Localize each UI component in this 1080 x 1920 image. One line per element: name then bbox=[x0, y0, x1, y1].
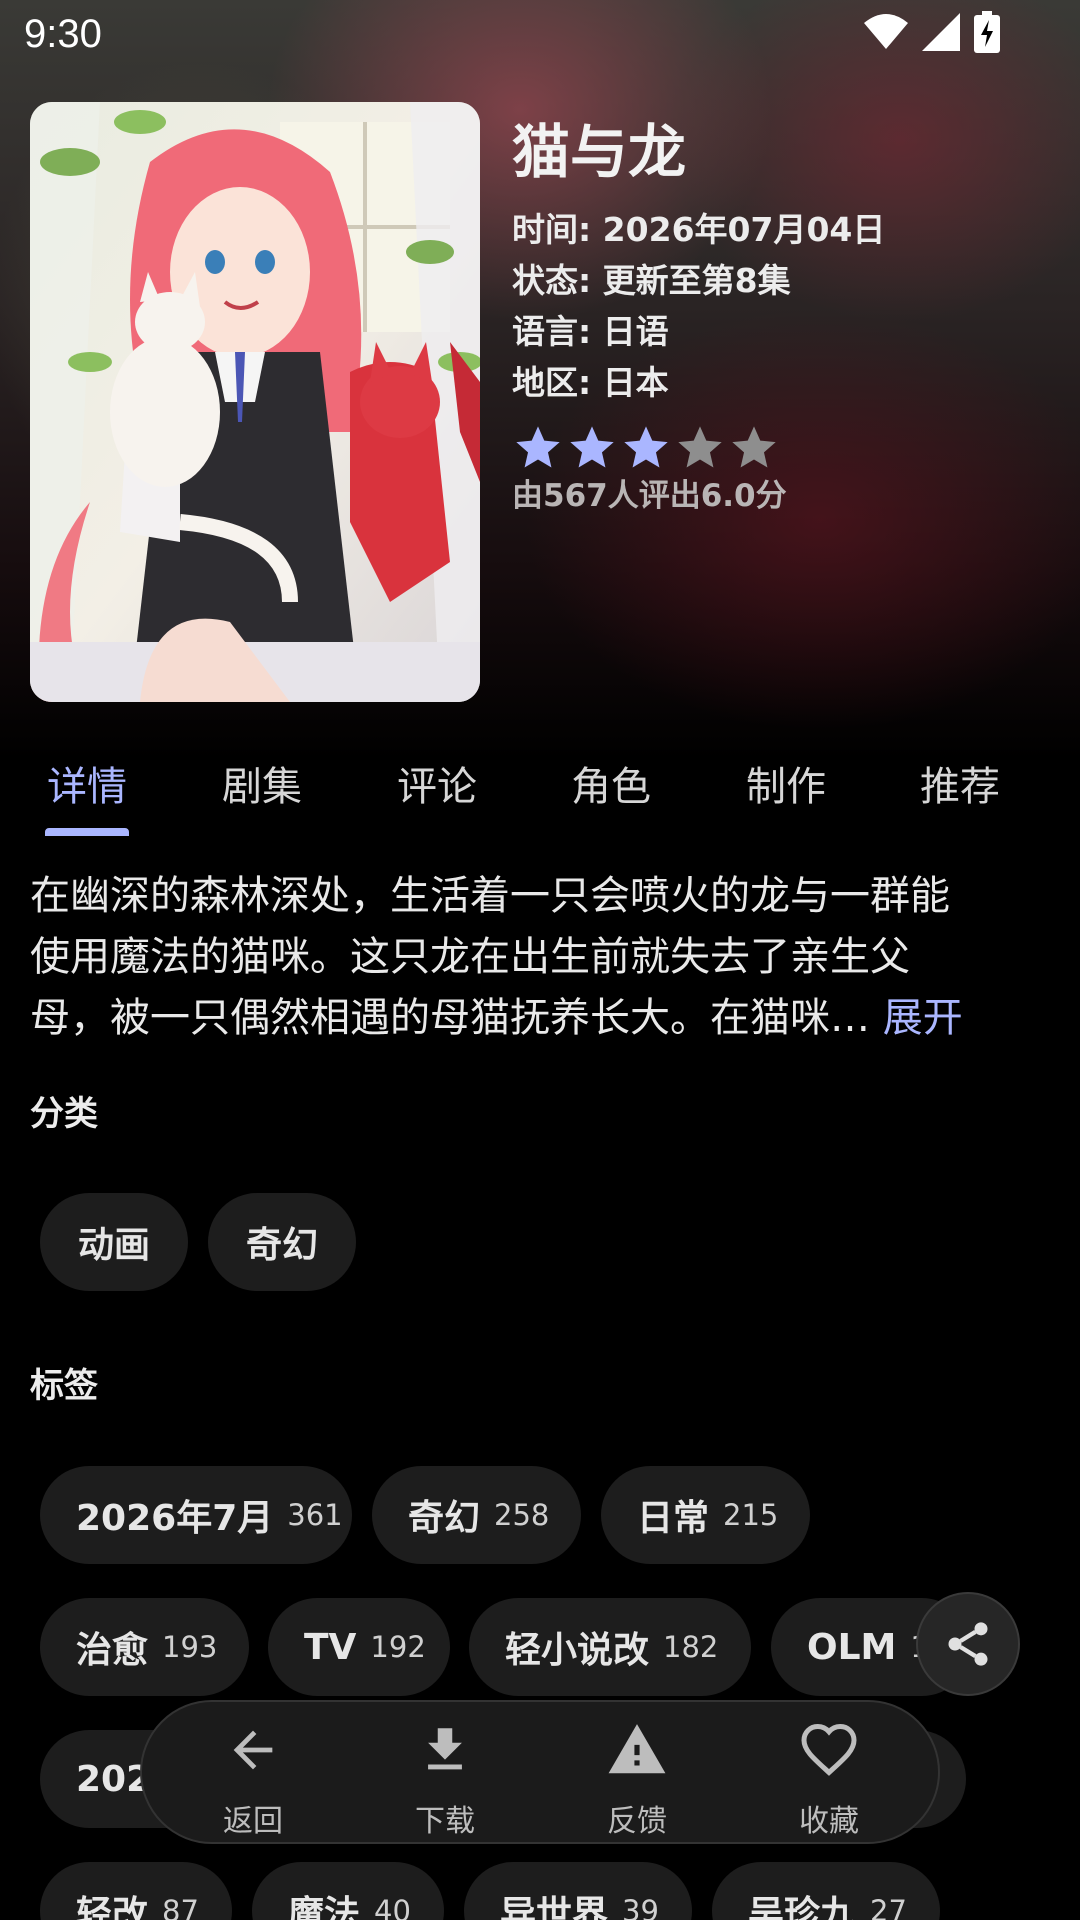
tag-count: 39 bbox=[622, 1894, 659, 1920]
tab-details[interactable]: 详情 bbox=[17, 754, 157, 812]
heart-outline-icon bbox=[801, 1723, 857, 1776]
download-button[interactable]: 下载 bbox=[375, 1718, 515, 1840]
status-icons bbox=[864, 11, 1000, 57]
action-bar: 返回 下载 反馈 收藏 bbox=[140, 1700, 940, 1844]
status-time: 9:30 bbox=[24, 12, 102, 56]
tag-name: 吴珍九 bbox=[748, 1894, 857, 1920]
cover-image bbox=[30, 102, 480, 702]
tag-name: OLM bbox=[807, 1626, 897, 1668]
wifi-icon bbox=[864, 13, 908, 55]
arrow-back-icon bbox=[233, 1730, 273, 1770]
warning-icon bbox=[608, 1724, 666, 1774]
tag-name: 轻小说改 bbox=[505, 1630, 650, 1671]
region: 地区: 日本 bbox=[512, 363, 669, 402]
tab-episodes[interactable]: 剧集 bbox=[192, 754, 332, 812]
tag-count: 215 bbox=[723, 1498, 779, 1532]
download-label: 下载 bbox=[415, 1804, 475, 1839]
rating-stars bbox=[512, 422, 1052, 474]
tab-characters[interactable]: 角色 bbox=[541, 754, 681, 812]
share-button[interactable] bbox=[916, 1592, 1020, 1696]
share-icon bbox=[948, 1622, 988, 1666]
tab-comments[interactable]: 评论 bbox=[367, 754, 507, 812]
favorite-label: 收藏 bbox=[799, 1804, 859, 1839]
category-name: 奇幻 bbox=[245, 1225, 318, 1266]
back-label: 返回 bbox=[223, 1804, 283, 1839]
tag-chip[interactable]: 2026年7月 361 bbox=[40, 1466, 352, 1564]
tag-name: 奇幻 bbox=[408, 1498, 481, 1539]
star-icon bbox=[570, 426, 614, 468]
expand-link[interactable]: 展开 bbox=[883, 995, 963, 1041]
tag-count: 27 bbox=[870, 1894, 907, 1920]
info-panel: 猫与龙 时间: 2026年07月04日 状态: 更新至第8集 语言: 日语 地区… bbox=[512, 112, 1052, 518]
tag-chip[interactable]: 异世界 39 bbox=[464, 1862, 692, 1920]
tab-production[interactable]: 制作 bbox=[716, 754, 856, 812]
language: 语言: 日语 bbox=[512, 312, 669, 351]
star-empty-icon bbox=[732, 426, 776, 468]
tag-name: 异世界 bbox=[500, 1894, 609, 1920]
synopsis-line: 母，被一只偶然相遇的母猫抚养长大。在猫咪… 展开 bbox=[30, 988, 1050, 1049]
rating-summary: 由567人评出6.0分 bbox=[512, 478, 787, 514]
update-status: 状态: 更新至第8集 bbox=[512, 261, 791, 300]
tag-count: 182 bbox=[663, 1630, 719, 1664]
categories-title: 分类 bbox=[30, 1094, 98, 1134]
tab-indicator bbox=[45, 828, 129, 836]
tags-title: 标签 bbox=[30, 1366, 98, 1406]
feedback-button[interactable]: 反馈 bbox=[567, 1718, 707, 1840]
category-chip[interactable]: 奇幻 bbox=[208, 1193, 356, 1291]
detail-screen: 9:30 猫与龙 时间: 2026年07月04日 状态: 更新至第8集 语言: … bbox=[0, 0, 1080, 1920]
tag-name: 日常 bbox=[637, 1498, 710, 1539]
tab-bar: 详情 剧集 评论 角色 制作 推荐 bbox=[0, 740, 1080, 840]
synopsis-text: 母，被一只偶然相遇的母猫抚养长大。在猫咪… bbox=[30, 995, 870, 1041]
tag-chip[interactable]: 吴珍九 27 bbox=[712, 1862, 940, 1920]
tag-name: 轻改 bbox=[76, 1894, 149, 1920]
back-button[interactable]: 返回 bbox=[183, 1718, 323, 1840]
tag-name: 魔法 bbox=[288, 1894, 361, 1920]
star-icon bbox=[516, 426, 560, 468]
tag-chip[interactable]: 轻小说改 182 bbox=[469, 1598, 751, 1696]
star-empty-icon bbox=[678, 426, 722, 468]
star-icon bbox=[624, 426, 668, 468]
tag-chip[interactable]: TV 192 bbox=[268, 1598, 450, 1696]
tag-count: 193 bbox=[162, 1630, 218, 1664]
tag-count: 192 bbox=[370, 1630, 426, 1664]
category-name: 动画 bbox=[77, 1225, 150, 1266]
tag-name: 2026年7月 bbox=[76, 1498, 274, 1539]
favorite-button[interactable]: 收藏 bbox=[759, 1718, 899, 1840]
tag-count: 40 bbox=[374, 1894, 411, 1920]
tag-count: 258 bbox=[494, 1498, 550, 1532]
synopsis: 在幽深的森林深处，生活着一只会喷火的龙与一群能 使用魔法的猫咪。这只龙在出生前就… bbox=[30, 866, 1050, 1049]
signal-icon bbox=[922, 13, 960, 55]
synopsis-line: 在幽深的森林深处，生活着一只会喷火的龙与一群能 bbox=[30, 873, 950, 919]
download-icon bbox=[428, 1728, 462, 1770]
tag-name: TV bbox=[304, 1626, 357, 1668]
feedback-label: 反馈 bbox=[607, 1804, 667, 1839]
anime-title: 猫与龙 bbox=[512, 118, 687, 186]
tag-chip[interactable]: 魔法 40 bbox=[252, 1862, 444, 1920]
tag-name: 治愈 bbox=[76, 1630, 149, 1671]
status-bar: 9:30 bbox=[0, 0, 1080, 72]
tag-chip[interactable]: 奇幻 258 bbox=[372, 1466, 581, 1564]
tag-count: 361 bbox=[287, 1498, 343, 1532]
category-chip[interactable]: 动画 bbox=[40, 1193, 188, 1291]
tag-chip[interactable]: 治愈 193 bbox=[40, 1598, 249, 1696]
air-date: 时间: 2026年07月04日 bbox=[512, 210, 886, 249]
tag-chip[interactable]: 日常 215 bbox=[601, 1466, 810, 1564]
synopsis-line: 使用魔法的猫咪。这只龙在出生前就失去了亲生父 bbox=[30, 934, 910, 980]
tag-count: 87 bbox=[162, 1894, 199, 1920]
battery-charging-icon bbox=[974, 11, 1000, 57]
tab-recommend[interactable]: 推荐 bbox=[890, 754, 1030, 812]
tag-chip[interactable]: 轻改 87 bbox=[40, 1862, 232, 1920]
